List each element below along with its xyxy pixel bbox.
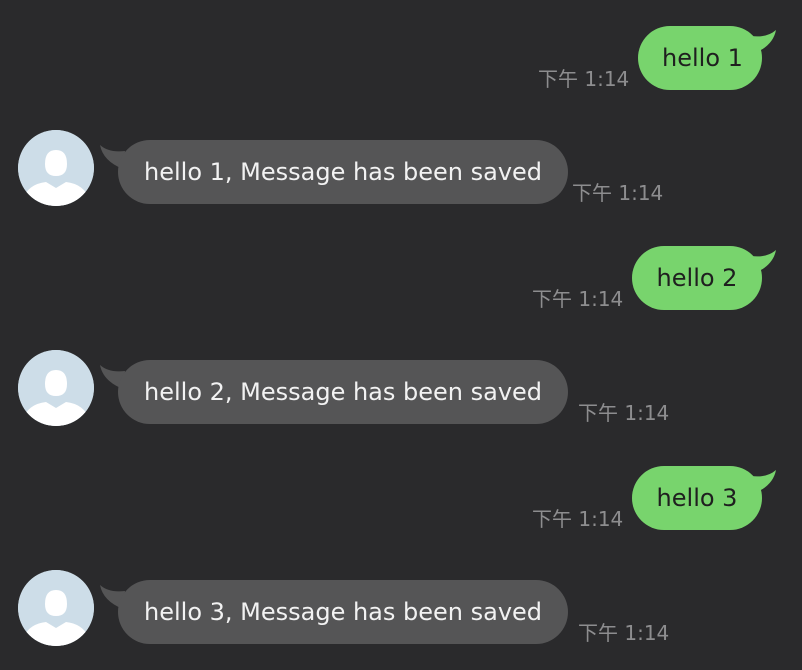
default-user-avatar-icon bbox=[18, 570, 94, 646]
outgoing-message-bubble[interactable]: hello 2 bbox=[632, 246, 762, 310]
incoming-message-bubble[interactable]: hello 2, Message has been saved bbox=[118, 360, 569, 424]
message-timestamp: 下午 1:14 bbox=[532, 507, 624, 531]
user-avatar[interactable] bbox=[18, 570, 94, 646]
outgoing-message-bubble[interactable]: hello 3 bbox=[632, 466, 762, 530]
outgoing-message-bubble[interactable]: hello 1 bbox=[638, 26, 762, 90]
incoming-message-bubble[interactable]: hello 1, Message has been saved bbox=[118, 140, 569, 204]
message-timestamp: 下午 1:14 bbox=[532, 287, 624, 311]
incoming-message-bubble[interactable]: hello 3, Message has been saved bbox=[118, 580, 569, 644]
chat-message-list[interactable]: 下午 1:14 hello 1 hello 1, Message has bee… bbox=[0, 0, 802, 670]
user-avatar[interactable] bbox=[18, 130, 94, 206]
user-avatar[interactable] bbox=[18, 350, 94, 426]
message-timestamp: 下午 1:14 bbox=[538, 67, 630, 91]
default-user-avatar-icon bbox=[18, 130, 94, 206]
message-timestamp: 下午 1:14 bbox=[578, 401, 670, 425]
message-timestamp: 下午 1:14 bbox=[572, 181, 664, 205]
default-user-avatar-icon bbox=[18, 350, 94, 426]
message-timestamp: 下午 1:14 bbox=[578, 621, 670, 645]
